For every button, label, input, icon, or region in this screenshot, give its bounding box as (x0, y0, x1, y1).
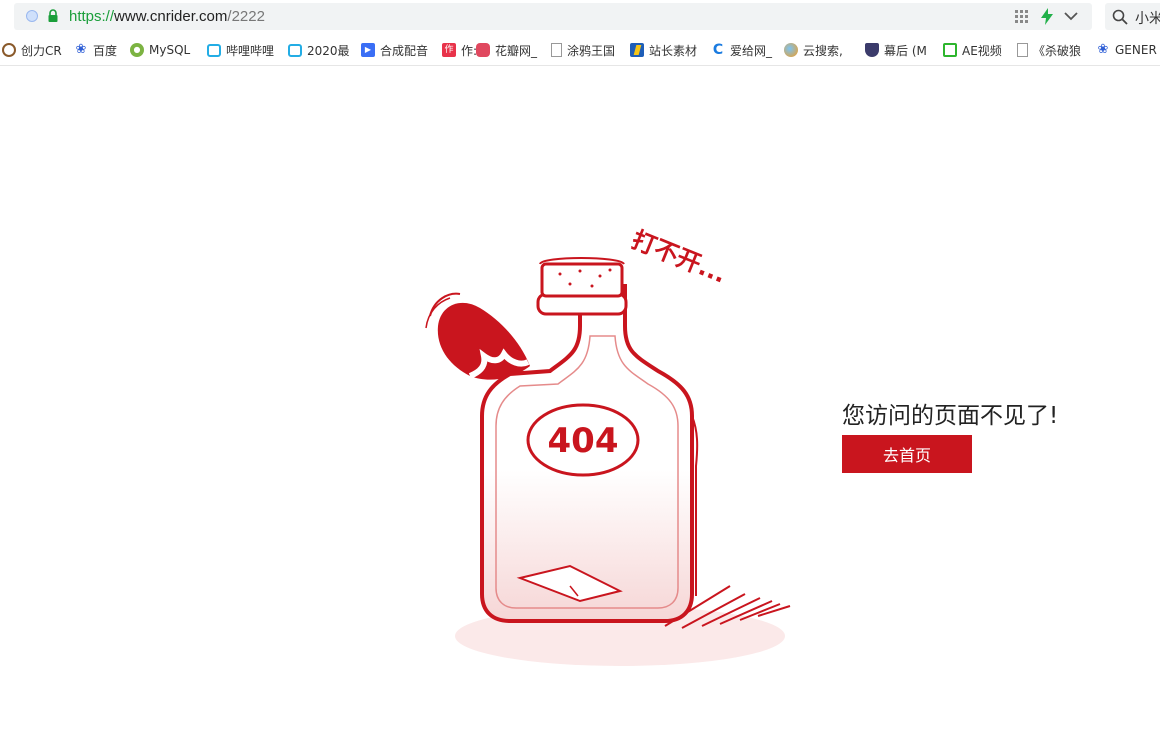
url-host: www.cnrider.com (114, 8, 228, 25)
search-box[interactable]: 小米 (1105, 3, 1160, 30)
bookmarks-bar: 创力CR ❀ 百度 ● MySQL 哔哩哔哩 2020最 ▶ 合成配音 作 作:… (0, 35, 1160, 66)
search-text[interactable]: 小米 (1135, 8, 1160, 28)
bookmark-label: 合成配音 (380, 43, 429, 58)
bookmark-label: MySQL (149, 43, 191, 57)
broken-bottle-illustration: 404 打不开... (425, 226, 791, 666)
chevron-down-icon[interactable] (1063, 10, 1079, 22)
page-content: 404 打不开... 您访问的页面不见了! 去首页 (0, 66, 1160, 736)
bilibili-icon (288, 43, 302, 57)
bookmark-label: 《杀破狼 (1033, 43, 1082, 58)
bookmark-item[interactable]: 《杀破狼 (1017, 42, 1081, 58)
page-icon (551, 43, 562, 57)
bilibili-icon (207, 43, 221, 57)
aigei-icon: C (712, 42, 724, 58)
go-home-button[interactable]: 去首页 (842, 435, 972, 473)
bookmark-label: 作: (461, 43, 478, 58)
shield-icon (865, 43, 879, 57)
address-bar[interactable]: https://www.cnrider.com/2222 (14, 3, 1092, 30)
bookmark-item[interactable]: C 爱给网_ (711, 42, 772, 58)
bookmark-item[interactable]: 站长素材 (630, 42, 697, 58)
not-found-message: 您访问的页面不见了! (842, 403, 1059, 429)
bookmark-label: 云搜索, (803, 43, 843, 58)
bookmark-item[interactable]: AE视频 (943, 42, 1002, 58)
fox-tail-icon (425, 292, 530, 380)
bookmark-item[interactable]: 云搜索, (784, 42, 843, 58)
bookmark-label: 幕后 (M (884, 43, 927, 58)
bookmark-label: 百度 (93, 43, 118, 58)
bookmark-item[interactable]: 涂鸦王国 (551, 42, 615, 58)
caption-text: 打不开... (628, 226, 731, 289)
bookmark-item[interactable]: 作 作: (442, 42, 477, 58)
play-icon: ▶ (361, 43, 375, 57)
badge-404-text: 404 (548, 421, 619, 461)
url-text[interactable]: https://www.cnrider.com/2222 (69, 7, 265, 26)
video-icon (943, 43, 957, 57)
bookmark-label: 涂鸦王国 (567, 43, 616, 58)
bookmark-label: AE视频 (962, 43, 1002, 58)
bookmark-label: 爱给网_ (730, 43, 773, 58)
url-path: /2222 (227, 8, 265, 25)
url-scheme: https:// (69, 8, 115, 25)
bookmark-item[interactable]: ❀ GENER (1096, 42, 1157, 58)
bookmark-label: GENER (1115, 43, 1157, 57)
bookmark-item[interactable]: ● MySQL (130, 42, 190, 58)
bookmark-label: 站长素材 (649, 43, 698, 58)
bookmark-item[interactable]: 2020最 (288, 42, 350, 58)
bookmark-item[interactable]: ❀ 百度 (74, 42, 117, 58)
page-icon (1017, 43, 1028, 57)
baidu-paw-icon: ❀ (75, 42, 87, 57)
bookmark-item[interactable]: 幕后 (M (865, 42, 927, 58)
bookmark-item[interactable]: ▶ 合成配音 (361, 42, 428, 58)
site-info-icon[interactable] (26, 10, 38, 22)
lightning-icon[interactable] (1040, 8, 1054, 25)
zuo-icon: 作 (442, 43, 456, 57)
qr-grid-icon[interactable] (1015, 10, 1028, 23)
bookmark-label: 花瓣网_ (495, 43, 538, 58)
browser-toolbar: https://www.cnrider.com/2222 小米 (0, 0, 1160, 34)
bookmark-item[interactable]: 哔哩哔哩 (207, 42, 274, 58)
bookmark-item[interactable]: 创力CR (2, 42, 62, 58)
lock-icon (48, 9, 58, 22)
bookmark-label: 2020最 (307, 43, 350, 58)
bookmark-label: 哔哩哔哩 (226, 43, 275, 58)
globe-icon (2, 43, 16, 57)
mysql-icon: ● (130, 43, 144, 57)
huaban-icon (476, 43, 490, 57)
search-icon (1112, 9, 1128, 25)
bookmark-item[interactable]: 花瓣网_ (476, 42, 537, 58)
bookmark-label: 创力CR (21, 43, 62, 58)
baidu-paw-icon: ❀ (1097, 42, 1109, 57)
chinaz-icon (630, 43, 644, 57)
cloud-globe-icon (784, 43, 798, 57)
